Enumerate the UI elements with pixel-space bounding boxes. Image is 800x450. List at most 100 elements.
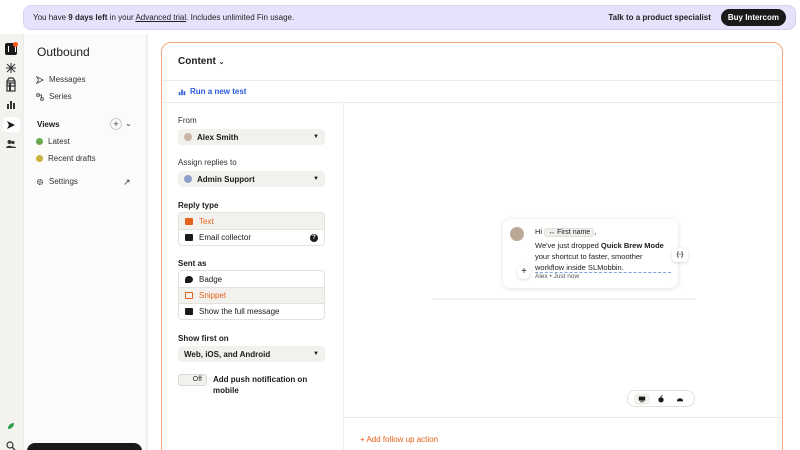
from-value: Alex Smith	[197, 132, 239, 142]
from-select[interactable]: Alex Smith ▼	[178, 129, 325, 145]
assign-replies-label: Assign replies to	[178, 158, 237, 167]
knowledge-book-icon[interactable]	[6, 82, 16, 92]
android-icon	[677, 397, 684, 401]
outbound-send-icon[interactable]	[6, 120, 16, 130]
preview-line-4: workflow inside SLMobbin.	[535, 263, 671, 273]
add-view-button[interactable]: +	[110, 118, 122, 130]
reports-chart-icon[interactable]	[6, 100, 16, 110]
option-label: Badge	[199, 274, 223, 284]
search-icon[interactable]	[6, 441, 16, 450]
content-title[interactable]: Content ⌄	[178, 56, 224, 67]
run-new-test-link[interactable]: Run a new test	[178, 87, 246, 96]
team-avatar	[184, 175, 192, 183]
buy-intercom-button[interactable]: Buy Intercom	[720, 9, 786, 26]
chevron-down-icon[interactable]: ⌄	[125, 119, 132, 128]
ios-preview-button[interactable]	[653, 393, 669, 405]
insert-plus-button[interactable]: +	[517, 265, 531, 279]
greeting-text: Hi	[535, 227, 543, 236]
ab-test-row: Run a new test	[162, 81, 782, 103]
sidebar-item-settings[interactable]: Settings	[36, 177, 78, 186]
caret-down-icon: ▼	[313, 176, 319, 182]
show-first-label: Show first on	[178, 334, 229, 343]
sender-avatar	[510, 227, 524, 241]
envelope-icon	[185, 234, 193, 241]
outbound-sidebar: Outbound Messages Series Views + ⌄ Lates…	[23, 34, 147, 450]
reply-type-email-collector[interactable]: Email collector ?	[179, 229, 324, 245]
caret-down-icon: ▼	[313, 351, 319, 357]
status-leaf-icon	[6, 421, 16, 431]
option-label: Show the full message	[199, 307, 280, 316]
option-label: Text	[199, 216, 214, 226]
external-link-arrow-icon[interactable]: ↗	[123, 177, 131, 188]
sent-as-snippet[interactable]: Snippet	[179, 287, 324, 303]
option-label: Snippet	[199, 291, 227, 300]
run-new-test-label: Run a new test	[190, 87, 247, 96]
sent-as-label: Sent as	[178, 259, 207, 268]
sidebar-item-label: Recent drafts	[48, 154, 96, 163]
content-title-text: Content	[178, 56, 216, 67]
badge-icon	[185, 275, 193, 283]
sidebar-bottom-bar	[27, 443, 142, 450]
reply-type-options: Text Email collector ?	[178, 212, 325, 246]
greeting-comma: ,	[594, 227, 597, 236]
left-nav-rail	[0, 34, 23, 450]
trial-text-prefix: You have	[33, 13, 69, 22]
push-notification-toggle[interactable]: Off	[178, 374, 207, 386]
sidebar-item-messages[interactable]: Messages	[36, 75, 85, 84]
sidebar-item-recent-drafts[interactable]: Recent drafts	[36, 154, 96, 163]
help-icon[interactable]: ?	[310, 233, 318, 242]
line2-bold: Quick Brew Mode	[600, 241, 664, 250]
push-notification-label: Add push notification on mobile	[213, 375, 308, 395]
column-divider	[343, 103, 344, 450]
sidebar-item-series[interactable]: Series	[36, 92, 72, 101]
caret-down-icon: ▼	[313, 134, 319, 140]
content-header: Content ⌄	[162, 43, 782, 81]
bar-chart-icon	[178, 89, 186, 95]
snippet-preview-bubble: Hi ↔ First name, We've just dropped Quic…	[503, 219, 678, 288]
preview-line-3: your shortcut to faster, smoother	[535, 252, 643, 261]
show-first-select[interactable]: Web, iOS, and Android ▼	[178, 346, 325, 362]
advanced-trial-link[interactable]: Advanced trial	[135, 13, 186, 22]
sent-as-options: Badge Snippet Show the full message	[178, 270, 325, 320]
sidebar-item-label: Latest	[48, 137, 70, 146]
sidebar-item-latest[interactable]: Latest	[36, 137, 70, 146]
preview-greeting-line: Hi ↔ First name,	[535, 227, 596, 237]
sidebar-item-label: Settings	[49, 177, 78, 186]
show-first-value: Web, iOS, and Android	[184, 349, 271, 359]
snippet-icon	[185, 292, 193, 299]
line2-prefix: We've just dropped	[535, 241, 601, 250]
sidebar-item-label: Series	[49, 92, 72, 101]
trial-message: You have 9 days left in your Advanced tr…	[33, 13, 608, 22]
sidebar-item-label: Messages	[49, 75, 86, 84]
first-name-attribute-chip[interactable]: ↔ First name	[544, 228, 595, 237]
android-preview-button[interactable]	[672, 393, 688, 405]
send-icon	[36, 75, 44, 84]
desktop-preview-button[interactable]	[633, 392, 650, 405]
notification-badge	[13, 42, 18, 47]
assign-value: Admin Support	[197, 174, 255, 184]
series-icon	[36, 92, 44, 101]
device-switcher	[627, 390, 695, 407]
preview-meta: Alex • Just now	[535, 273, 580, 280]
assign-replies-select[interactable]: Admin Support ▼	[178, 171, 325, 187]
talk-to-specialist-link[interactable]: Talk to a product specialist	[608, 13, 711, 22]
green-dot-icon	[36, 138, 43, 145]
add-follow-up-action-link[interactable]: + Add follow up action	[360, 435, 438, 444]
trial-text-mid: in your	[107, 13, 136, 22]
text-reply-icon	[185, 217, 193, 225]
follow-up-divider	[343, 417, 782, 418]
preview-line-2: We've just dropped Quick Brew Mode	[535, 241, 664, 250]
avatar	[184, 133, 192, 141]
trial-banner-box: You have 9 days left in your Advanced tr…	[23, 5, 796, 30]
trial-text-suffix: . Includes unlimited Fin usage.	[186, 13, 295, 22]
sidebar-title: Outbound	[37, 45, 90, 59]
contacts-people-icon[interactable]	[6, 139, 16, 149]
trial-banner: You have 9 days left in your Advanced tr…	[0, 0, 800, 34]
reply-type-text[interactable]: Text	[179, 213, 324, 229]
sent-as-full-message[interactable]: Show the full message	[179, 303, 324, 319]
views-section-title: Views	[37, 120, 60, 129]
fin-ai-icon[interactable]	[6, 63, 16, 73]
sent-as-badge[interactable]: Badge	[179, 271, 324, 287]
insert-variable-button[interactable]: {-}	[672, 248, 688, 262]
from-label: From	[178, 116, 197, 125]
